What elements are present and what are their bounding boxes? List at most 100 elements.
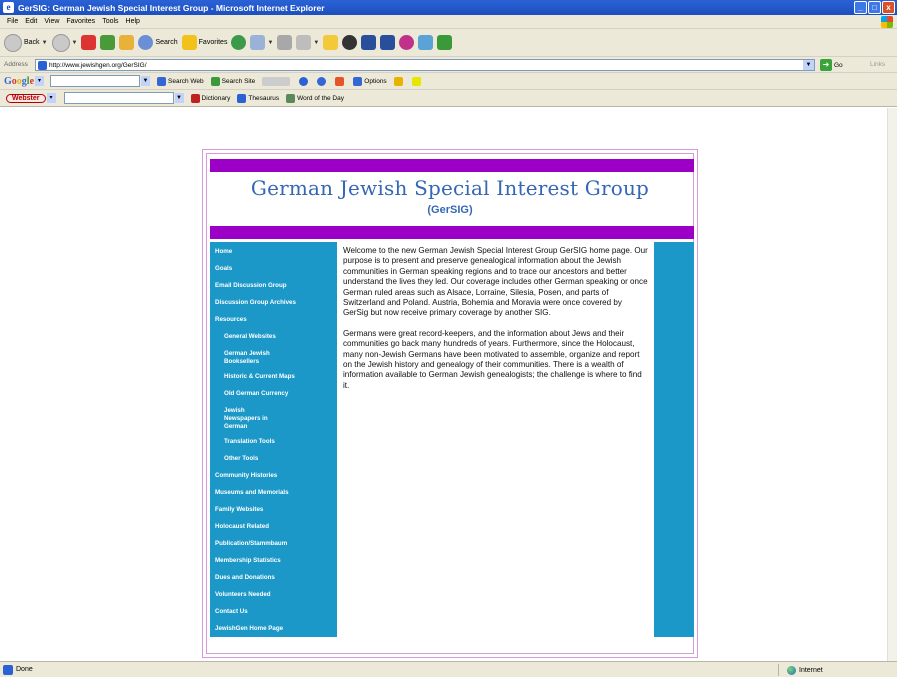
webster-logo[interactable]: Webster	[6, 93, 46, 103]
refresh-button[interactable]	[100, 35, 116, 50]
menu-tools[interactable]: Tools	[102, 18, 118, 25]
close-button[interactable]: x	[882, 1, 895, 14]
options-button[interactable]: Options	[353, 76, 387, 86]
addon-button-3[interactable]	[380, 35, 396, 50]
chevron-down-icon[interactable]: ▼	[42, 40, 48, 46]
menu-help[interactable]: Help	[126, 18, 140, 25]
vertical-scrollbar[interactable]	[887, 108, 897, 661]
nav-museums-and-memorials[interactable]: Museums and Memorials	[210, 489, 337, 497]
minimize-button[interactable]: _	[854, 1, 867, 14]
back-label: Back	[24, 39, 40, 46]
addon-button-2[interactable]	[361, 35, 377, 50]
zone-label: Internet	[799, 666, 823, 674]
folder-button[interactable]	[323, 35, 339, 50]
nav-historic-current-maps[interactable]: Historic & Current Maps	[210, 373, 337, 381]
popup-blocker-button[interactable]	[299, 76, 310, 86]
address-dropdown-icon[interactable]: ▼	[803, 60, 814, 70]
header-bar-top	[210, 159, 694, 172]
google-toolbar: Google ▾ ▼ Search Web Search Site Option…	[0, 73, 897, 90]
search-site-icon	[210, 76, 220, 86]
history-button[interactable]	[231, 35, 247, 50]
search-button[interactable]: Search	[138, 35, 178, 50]
chevron-down-icon[interactable]: ▼	[267, 40, 273, 46]
print-button[interactable]	[277, 35, 293, 50]
menu-file[interactable]: File	[7, 18, 18, 25]
nav-family-websites[interactable]: Family Websites	[210, 506, 337, 514]
links-label[interactable]: Links	[870, 61, 885, 68]
stop-button[interactable]	[81, 35, 97, 50]
menu-edit[interactable]: Edit	[25, 18, 37, 25]
globe-icon	[787, 665, 796, 675]
webster-search-input[interactable]	[63, 92, 174, 104]
addon-button-4[interactable]	[399, 35, 415, 50]
addon-icon	[399, 35, 415, 50]
chevron-down-icon[interactable]: ▼	[313, 40, 319, 46]
refresh-icon	[100, 35, 116, 50]
info-button[interactable]	[317, 76, 328, 86]
address-input[interactable]: http://www.jewishgen.org/GerSIG/ ▼	[35, 59, 815, 71]
maximize-button[interactable]: □	[868, 1, 881, 14]
menu-favorites[interactable]: Favorites	[66, 18, 95, 25]
addon-button-6[interactable]	[437, 35, 453, 50]
nav-discussion-group-archives[interactable]: Discussion Group Archives	[210, 299, 337, 307]
chevron-down-icon[interactable]: ▼	[72, 40, 78, 46]
mail-button[interactable]: ▼	[250, 35, 273, 50]
ie-app-icon: e	[3, 2, 14, 13]
edit-button[interactable]: ▼	[296, 35, 319, 50]
word-of-day-button[interactable]: Word of the Day	[286, 93, 344, 103]
nav-search-jewishgen[interactable]: Search JewishGen	[210, 642, 337, 650]
nav-volunteers-needed[interactable]: Volunteers Needed	[210, 591, 337, 599]
highlight-button[interactable]	[411, 76, 423, 86]
google-logo[interactable]: Google	[4, 76, 34, 87]
nav-community-histories[interactable]: Community Histories	[210, 472, 337, 480]
welcome-paragraph: Welcome to the new German Jewish Special…	[343, 246, 648, 318]
go-button[interactable]: ➜ Go	[820, 59, 843, 71]
nav-jewish-newspapers-in-german[interactable]: Jewish Newspapers in German	[210, 407, 280, 431]
nav-publication-stammbaum[interactable]: Publication/Stammbaum	[210, 540, 337, 548]
nav-translation-tools[interactable]: Translation Tools	[210, 438, 337, 446]
search-web-button[interactable]: Search Web	[157, 76, 204, 86]
nav-email-discussion-group[interactable]: Email Discussion Group	[210, 282, 337, 290]
history-icon	[231, 35, 247, 50]
dictionary-button[interactable]: Dictionary	[190, 93, 230, 103]
address-bar: Address http://www.jewishgen.org/GerSIG/…	[0, 57, 897, 73]
nav-resources[interactable]: Resources	[210, 316, 337, 324]
home-button[interactable]	[119, 35, 135, 50]
addon-button-1[interactable]	[342, 35, 358, 50]
page-frame: German Jewish Special Interest Group (Ge…	[202, 149, 698, 658]
back-button[interactable]: Back ▼	[4, 33, 48, 52]
nav-dues-and-donations[interactable]: Dues and Donations	[210, 574, 337, 582]
addon-button-5[interactable]	[418, 35, 434, 50]
thesaurus-button[interactable]: Thesaurus	[237, 93, 279, 103]
address-url[interactable]: http://www.jewishgen.org/GerSIG/	[49, 62, 147, 69]
nav-jewishgen-home-page[interactable]: JewishGen Home Page	[210, 625, 337, 633]
status-text: Done	[16, 666, 33, 673]
nav-general-websites[interactable]: General Websites	[210, 333, 337, 341]
blocked-button[interactable]	[335, 76, 346, 86]
nav-goals[interactable]: Goals	[210, 265, 337, 273]
folder-icon	[393, 76, 403, 86]
favorites-button[interactable]: Favorites	[181, 35, 227, 50]
nav-holocaust-related[interactable]: Holocaust Related	[210, 523, 337, 531]
nav-old-german-currency[interactable]: Old German Currency	[210, 390, 337, 398]
nav-german-jewish-booksellers[interactable]: German Jewish Booksellers	[210, 350, 270, 366]
search-site-button[interactable]: Search Site	[210, 76, 255, 86]
nav-contact-us[interactable]: Contact Us	[210, 608, 337, 616]
window-controls: _ □ x	[854, 1, 895, 14]
forward-button[interactable]: ▼	[51, 33, 78, 52]
nav-other-tools[interactable]: Other Tools	[210, 455, 337, 463]
folder-menu-button[interactable]	[393, 76, 405, 86]
messenger-icon	[361, 35, 377, 50]
nav-membership-statistics[interactable]: Membership Statistics	[210, 557, 337, 565]
stop-icon	[81, 35, 97, 50]
google-menu-dropdown-icon[interactable]: ▾	[35, 76, 45, 86]
nav-home[interactable]: Home	[210, 248, 337, 256]
options-label: Options	[364, 77, 387, 85]
title-bar: e GerSIG: German Jewish Special Interest…	[0, 0, 897, 15]
webster-search-dropdown-icon[interactable]: ▼	[174, 93, 184, 103]
google-search-dropdown-icon[interactable]: ▼	[141, 76, 151, 86]
pagerank-indicator[interactable]	[262, 76, 292, 86]
webster-menu-dropdown-icon[interactable]: ▾	[46, 93, 56, 103]
menu-view[interactable]: View	[44, 18, 59, 25]
google-search-input[interactable]	[50, 75, 141, 87]
